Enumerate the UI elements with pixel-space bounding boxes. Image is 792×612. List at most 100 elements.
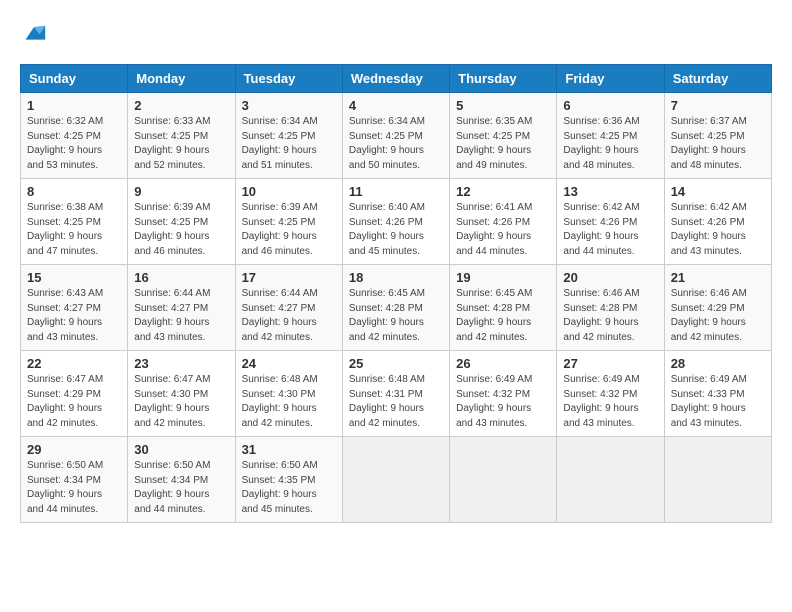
calendar-week-row: 8 Sunrise: 6:38 AM Sunset: 4:25 PM Dayli… <box>21 179 772 265</box>
day-number: 26 <box>456 356 550 371</box>
day-number: 15 <box>27 270 121 285</box>
day-number: 6 <box>563 98 657 113</box>
day-info: Sunrise: 6:49 AM Sunset: 4:33 PM Dayligh… <box>671 373 765 431</box>
day-number: 11 <box>349 184 443 199</box>
weekday-header: Thursday <box>450 65 557 93</box>
weekday-header: Sunday <box>21 65 128 93</box>
calendar-cell: 7 Sunrise: 6:37 AM Sunset: 4:25 PM Dayli… <box>664 93 771 179</box>
day-info: Sunrise: 6:41 AM Sunset: 4:26 PM Dayligh… <box>456 201 550 259</box>
day-info: Sunrise: 6:33 AM Sunset: 4:25 PM Dayligh… <box>134 115 228 173</box>
calendar-cell: 10 Sunrise: 6:39 AM Sunset: 4:25 PM Dayl… <box>235 179 342 265</box>
day-number: 16 <box>134 270 228 285</box>
calendar-cell: 24 Sunrise: 6:48 AM Sunset: 4:30 PM Dayl… <box>235 351 342 437</box>
day-info: Sunrise: 6:40 AM Sunset: 4:26 PM Dayligh… <box>349 201 443 259</box>
calendar-cell: 31 Sunrise: 6:50 AM Sunset: 4:35 PM Dayl… <box>235 437 342 523</box>
day-number: 25 <box>349 356 443 371</box>
day-number: 29 <box>27 442 121 457</box>
calendar-cell: 12 Sunrise: 6:41 AM Sunset: 4:26 PM Dayl… <box>450 179 557 265</box>
calendar-cell: 8 Sunrise: 6:38 AM Sunset: 4:25 PM Dayli… <box>21 179 128 265</box>
day-number: 1 <box>27 98 121 113</box>
calendar-week-row: 29 Sunrise: 6:50 AM Sunset: 4:34 PM Dayl… <box>21 437 772 523</box>
day-info: Sunrise: 6:46 AM Sunset: 4:28 PM Dayligh… <box>563 287 657 345</box>
day-info: Sunrise: 6:37 AM Sunset: 4:25 PM Dayligh… <box>671 115 765 173</box>
calendar-cell: 28 Sunrise: 6:49 AM Sunset: 4:33 PM Dayl… <box>664 351 771 437</box>
day-number: 19 <box>456 270 550 285</box>
day-info: Sunrise: 6:48 AM Sunset: 4:30 PM Dayligh… <box>242 373 336 431</box>
day-number: 5 <box>456 98 550 113</box>
day-number: 8 <box>27 184 121 199</box>
day-info: Sunrise: 6:39 AM Sunset: 4:25 PM Dayligh… <box>134 201 228 259</box>
day-number: 22 <box>27 356 121 371</box>
calendar-cell <box>664 437 771 523</box>
calendar-cell: 23 Sunrise: 6:47 AM Sunset: 4:30 PM Dayl… <box>128 351 235 437</box>
calendar-cell: 19 Sunrise: 6:45 AM Sunset: 4:28 PM Dayl… <box>450 265 557 351</box>
calendar-cell: 5 Sunrise: 6:35 AM Sunset: 4:25 PM Dayli… <box>450 93 557 179</box>
day-info: Sunrise: 6:42 AM Sunset: 4:26 PM Dayligh… <box>671 201 765 259</box>
day-info: Sunrise: 6:48 AM Sunset: 4:31 PM Dayligh… <box>349 373 443 431</box>
day-info: Sunrise: 6:38 AM Sunset: 4:25 PM Dayligh… <box>27 201 121 259</box>
day-number: 31 <box>242 442 336 457</box>
calendar-cell: 26 Sunrise: 6:49 AM Sunset: 4:32 PM Dayl… <box>450 351 557 437</box>
day-number: 27 <box>563 356 657 371</box>
logo <box>20 20 52 48</box>
day-number: 7 <box>671 98 765 113</box>
calendar-header-row: SundayMondayTuesdayWednesdayThursdayFrid… <box>21 65 772 93</box>
calendar-cell: 25 Sunrise: 6:48 AM Sunset: 4:31 PM Dayl… <box>342 351 449 437</box>
calendar-cell: 6 Sunrise: 6:36 AM Sunset: 4:25 PM Dayli… <box>557 93 664 179</box>
calendar-cell: 21 Sunrise: 6:46 AM Sunset: 4:29 PM Dayl… <box>664 265 771 351</box>
day-info: Sunrise: 6:32 AM Sunset: 4:25 PM Dayligh… <box>27 115 121 173</box>
day-info: Sunrise: 6:50 AM Sunset: 4:34 PM Dayligh… <box>134 459 228 517</box>
day-number: 9 <box>134 184 228 199</box>
day-number: 17 <box>242 270 336 285</box>
day-number: 21 <box>671 270 765 285</box>
calendar-cell <box>450 437 557 523</box>
calendar-cell: 22 Sunrise: 6:47 AM Sunset: 4:29 PM Dayl… <box>21 351 128 437</box>
day-number: 12 <box>456 184 550 199</box>
day-number: 4 <box>349 98 443 113</box>
weekday-header: Friday <box>557 65 664 93</box>
day-number: 14 <box>671 184 765 199</box>
logo-icon <box>20 20 48 48</box>
day-info: Sunrise: 6:44 AM Sunset: 4:27 PM Dayligh… <box>242 287 336 345</box>
weekday-header: Tuesday <box>235 65 342 93</box>
calendar-cell: 2 Sunrise: 6:33 AM Sunset: 4:25 PM Dayli… <box>128 93 235 179</box>
calendar-cell: 11 Sunrise: 6:40 AM Sunset: 4:26 PM Dayl… <box>342 179 449 265</box>
calendar-cell <box>342 437 449 523</box>
calendar-cell: 30 Sunrise: 6:50 AM Sunset: 4:34 PM Dayl… <box>128 437 235 523</box>
day-info: Sunrise: 6:43 AM Sunset: 4:27 PM Dayligh… <box>27 287 121 345</box>
calendar-cell: 14 Sunrise: 6:42 AM Sunset: 4:26 PM Dayl… <box>664 179 771 265</box>
calendar-cell: 4 Sunrise: 6:34 AM Sunset: 4:25 PM Dayli… <box>342 93 449 179</box>
day-info: Sunrise: 6:49 AM Sunset: 4:32 PM Dayligh… <box>563 373 657 431</box>
day-number: 2 <box>134 98 228 113</box>
calendar-cell: 20 Sunrise: 6:46 AM Sunset: 4:28 PM Dayl… <box>557 265 664 351</box>
day-number: 28 <box>671 356 765 371</box>
page-header <box>20 20 772 48</box>
day-number: 30 <box>134 442 228 457</box>
day-number: 24 <box>242 356 336 371</box>
day-number: 13 <box>563 184 657 199</box>
day-info: Sunrise: 6:34 AM Sunset: 4:25 PM Dayligh… <box>242 115 336 173</box>
day-number: 10 <box>242 184 336 199</box>
day-info: Sunrise: 6:46 AM Sunset: 4:29 PM Dayligh… <box>671 287 765 345</box>
calendar-week-row: 1 Sunrise: 6:32 AM Sunset: 4:25 PM Dayli… <box>21 93 772 179</box>
calendar-cell: 27 Sunrise: 6:49 AM Sunset: 4:32 PM Dayl… <box>557 351 664 437</box>
calendar-cell: 18 Sunrise: 6:45 AM Sunset: 4:28 PM Dayl… <box>342 265 449 351</box>
day-info: Sunrise: 6:36 AM Sunset: 4:25 PM Dayligh… <box>563 115 657 173</box>
day-info: Sunrise: 6:49 AM Sunset: 4:32 PM Dayligh… <box>456 373 550 431</box>
calendar-cell: 29 Sunrise: 6:50 AM Sunset: 4:34 PM Dayl… <box>21 437 128 523</box>
weekday-header: Saturday <box>664 65 771 93</box>
calendar-table: SundayMondayTuesdayWednesdayThursdayFrid… <box>20 64 772 523</box>
calendar-week-row: 15 Sunrise: 6:43 AM Sunset: 4:27 PM Dayl… <box>21 265 772 351</box>
day-number: 3 <box>242 98 336 113</box>
day-info: Sunrise: 6:45 AM Sunset: 4:28 PM Dayligh… <box>456 287 550 345</box>
weekday-header: Monday <box>128 65 235 93</box>
day-info: Sunrise: 6:47 AM Sunset: 4:29 PM Dayligh… <box>27 373 121 431</box>
day-info: Sunrise: 6:45 AM Sunset: 4:28 PM Dayligh… <box>349 287 443 345</box>
day-number: 18 <box>349 270 443 285</box>
day-info: Sunrise: 6:35 AM Sunset: 4:25 PM Dayligh… <box>456 115 550 173</box>
weekday-header: Wednesday <box>342 65 449 93</box>
day-info: Sunrise: 6:39 AM Sunset: 4:25 PM Dayligh… <box>242 201 336 259</box>
calendar-cell: 3 Sunrise: 6:34 AM Sunset: 4:25 PM Dayli… <box>235 93 342 179</box>
calendar-cell: 16 Sunrise: 6:44 AM Sunset: 4:27 PM Dayl… <box>128 265 235 351</box>
calendar-cell <box>557 437 664 523</box>
